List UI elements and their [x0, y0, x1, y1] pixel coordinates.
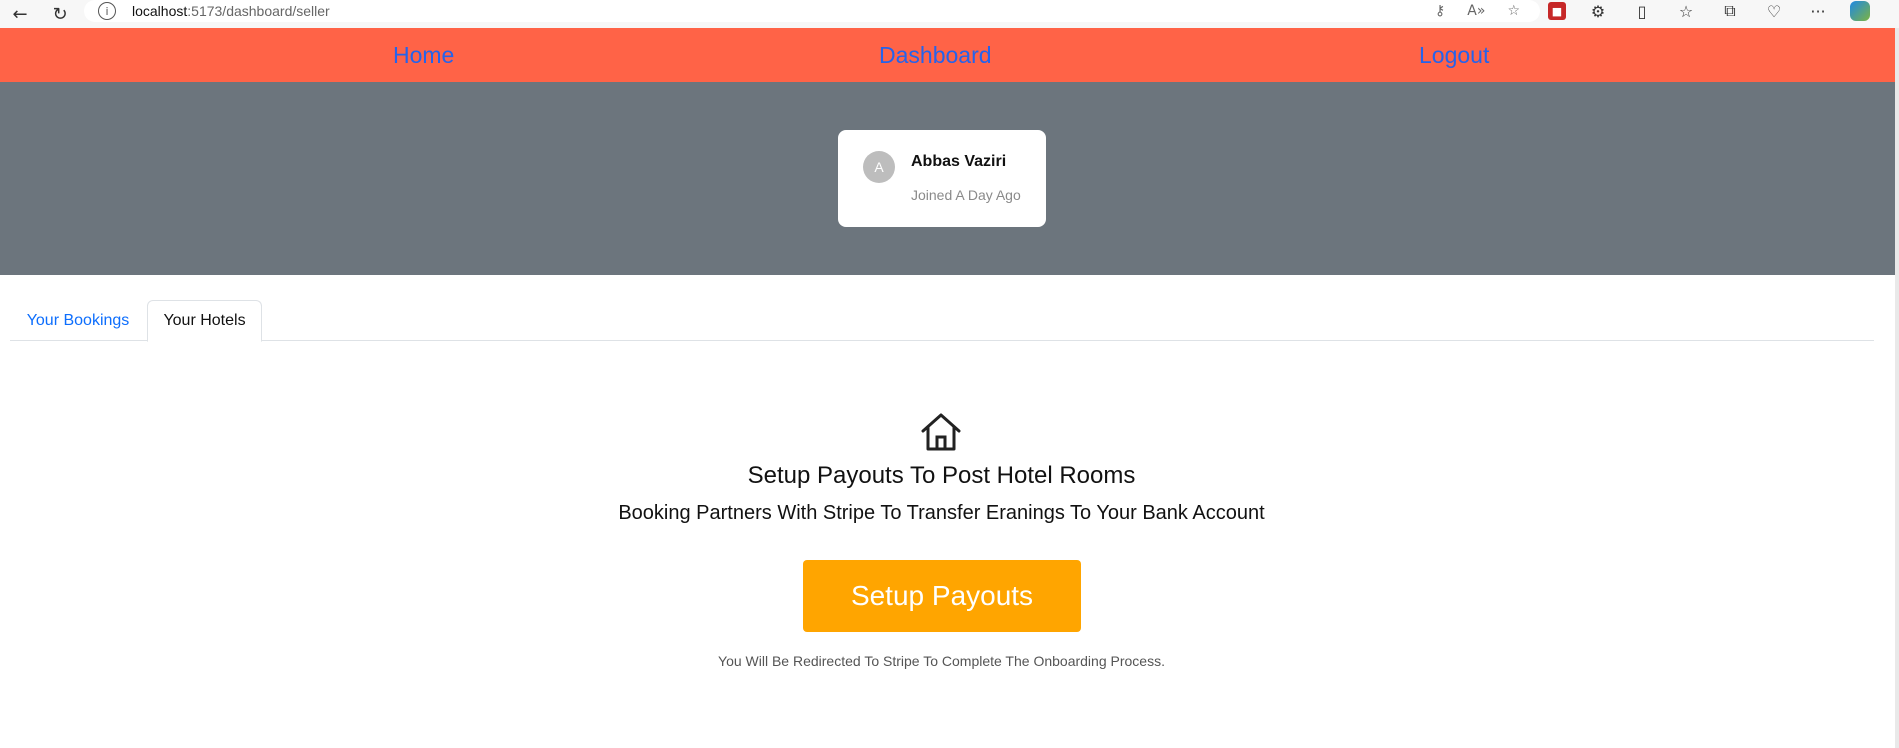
- reload-icon[interactable]: ↻: [40, 0, 80, 28]
- tab-your-bookings[interactable]: Your Bookings: [10, 300, 146, 341]
- scrollbar-track[interactable]: [1895, 28, 1899, 748]
- collections-icon[interactable]: ⧉: [1718, 1, 1742, 21]
- payout-title: Setup Payouts To Post Hotel Rooms: [747, 462, 1136, 489]
- payout-subtitle: Booking Partners With Stripe To Transfer…: [618, 502, 1265, 524]
- avatar: A: [863, 151, 895, 183]
- url-path: :5173/dashboard/seller: [187, 3, 330, 19]
- profile-hero: A Abbas Vaziri Joined A Day Ago: [0, 82, 1895, 275]
- payout-redirect-note: You Will Be Redirected To Stripe To Comp…: [718, 653, 1165, 669]
- house-icon: [921, 413, 961, 451]
- profile-name: Abbas Vaziri: [911, 153, 1007, 170]
- nav-dashboard-link[interactable]: Dashboard: [879, 42, 992, 69]
- address-url: localhost:5173/dashboard/seller: [132, 3, 330, 19]
- puzzle-icon[interactable]: ⚙: [1586, 2, 1610, 21]
- browser-essentials-icon[interactable]: ♡: [1762, 2, 1786, 21]
- favorite-star-icon[interactable]: ☆: [1507, 3, 1520, 19]
- nav-logout-link[interactable]: Logout: [1419, 42, 1489, 69]
- split-screen-icon[interactable]: ▯: [1630, 2, 1654, 21]
- nav-home-link[interactable]: Home: [393, 42, 454, 69]
- more-menu-icon[interactable]: ···: [1806, 2, 1830, 21]
- copilot-icon[interactable]: [1850, 1, 1870, 21]
- tab-your-hotels[interactable]: Your Hotels: [147, 300, 262, 342]
- extension-icon[interactable]: ■: [1548, 2, 1566, 20]
- key-icon[interactable]: ⚷: [1435, 3, 1445, 19]
- browser-extensions: ■ ⚙ ▯ ☆ ⧉ ♡ ···: [1548, 0, 1870, 22]
- read-aloud-icon[interactable]: A»: [1467, 3, 1485, 19]
- dashboard-tabs: Your Bookings Your Hotels: [10, 300, 1874, 342]
- top-navigation: Home Dashboard Logout: [0, 28, 1899, 82]
- browser-toolbar: ← ↻ i localhost:5173/dashboard/seller ⚷ …: [0, 0, 1899, 28]
- back-arrow-icon[interactable]: ←: [0, 0, 40, 28]
- address-bar[interactable]: i localhost:5173/dashboard/seller ⚷ A» ☆: [84, 0, 1540, 22]
- url-host: localhost: [132, 3, 188, 19]
- info-icon[interactable]: i: [98, 2, 116, 20]
- profile-card: A Abbas Vaziri Joined A Day Ago: [838, 130, 1046, 227]
- setup-payouts-button[interactable]: Setup Payouts: [803, 560, 1081, 632]
- favorites-icon[interactable]: ☆: [1674, 2, 1698, 21]
- profile-joined: Joined A Day Ago: [911, 187, 1021, 203]
- address-actions: ⚷ A» ☆: [1435, 0, 1520, 22]
